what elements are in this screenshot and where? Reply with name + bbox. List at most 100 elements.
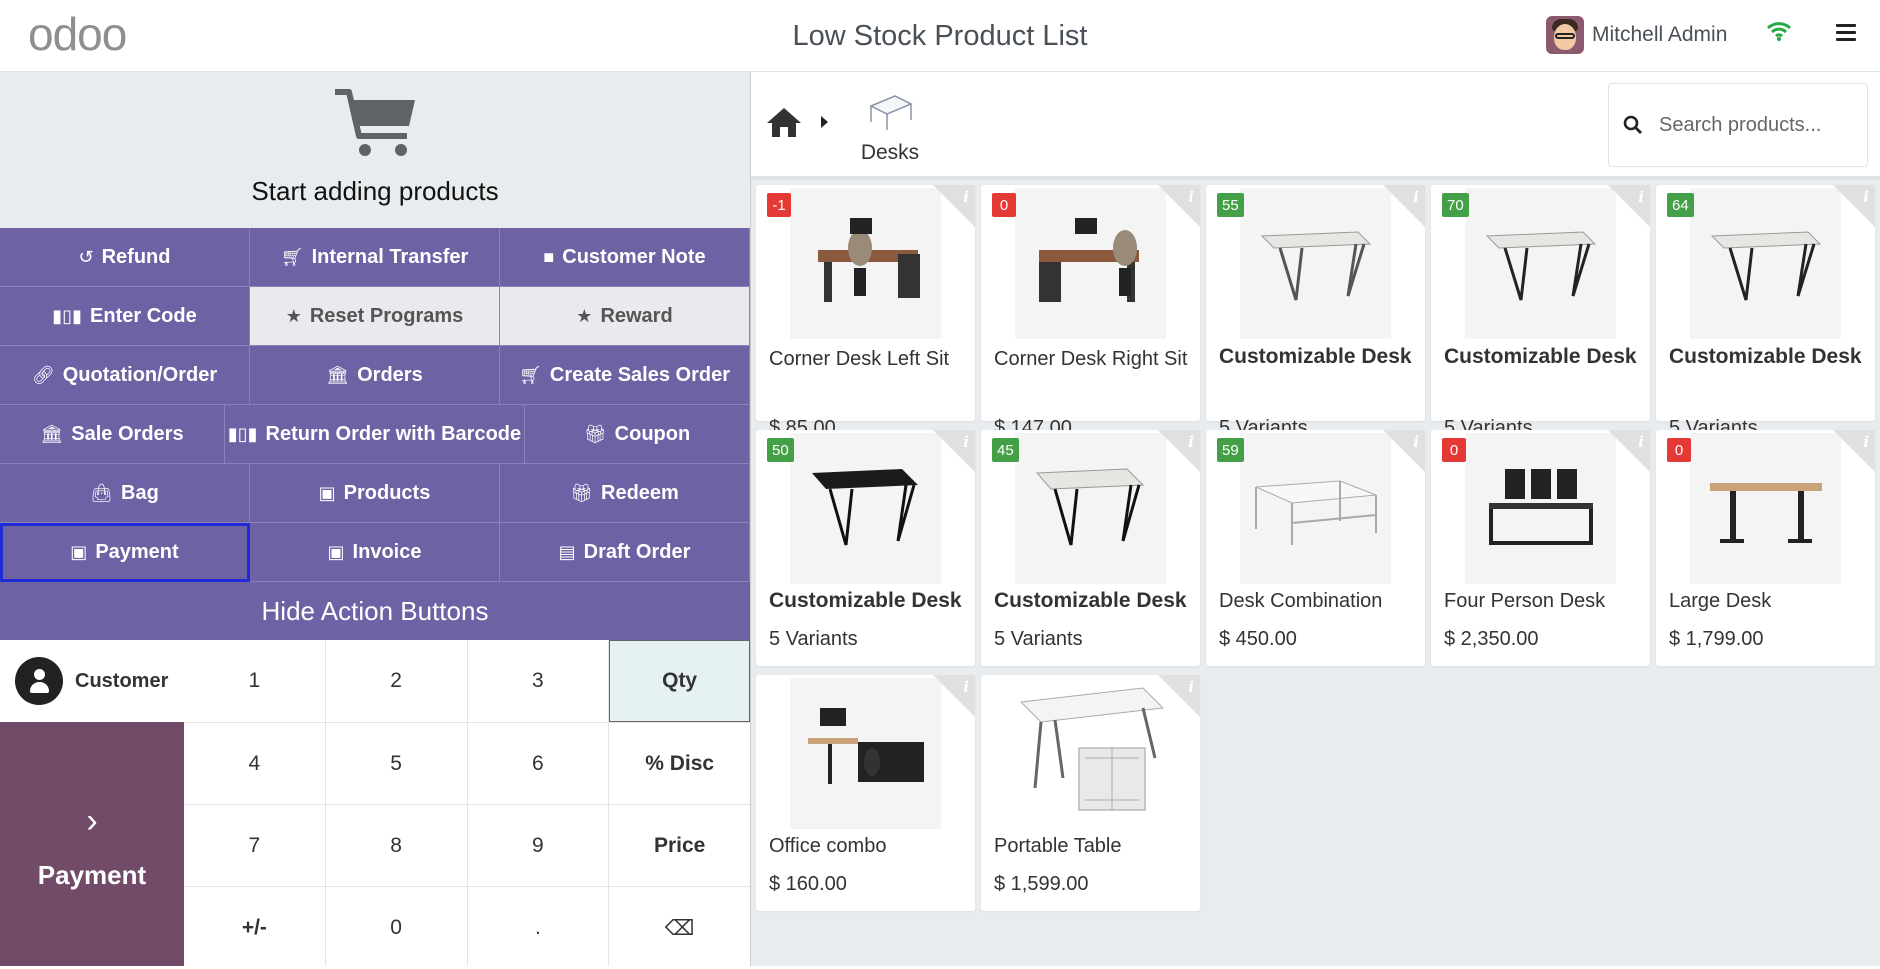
return-order-barcode-button[interactable]: ▮▯▮ Return Order with Barcode — [225, 405, 525, 464]
hide-action-buttons-button[interactable]: Hide Action Buttons — [0, 582, 750, 641]
empty-cart-text: Start adding products — [251, 176, 499, 206]
stock-badge: 70 — [1442, 193, 1469, 217]
star-icon: ★ — [576, 305, 593, 326]
numpad-key-3[interactable]: 3 — [467, 640, 609, 722]
bank-icon: 🏛︎ — [326, 364, 350, 385]
customer-note-label: Customer Note — [562, 245, 706, 268]
info-icon[interactable]: i — [1188, 433, 1194, 451]
product-name: Portable Table — [994, 835, 1122, 857]
info-icon[interactable]: i — [1188, 678, 1194, 696]
stock-badge: 50 — [767, 438, 794, 462]
product-name: Customizable Desk — [769, 589, 962, 612]
category-bar: Desks — [751, 72, 1880, 180]
product-variants: 5 Variants — [769, 628, 858, 650]
payment-action-button[interactable]: ▣ Payment — [0, 523, 250, 582]
hamburger-menu-icon[interactable] — [1836, 24, 1856, 45]
info-icon[interactable]: i — [1413, 188, 1419, 206]
product-image — [1465, 188, 1616, 339]
numpad-key-1[interactable]: 1 — [184, 640, 325, 722]
info-icon[interactable]: i — [963, 188, 969, 206]
invoice-label: Invoice — [352, 540, 422, 563]
create-sales-order-button[interactable]: 🛒︎ Create Sales Order — [500, 346, 750, 405]
numpad-key-7[interactable]: 7 — [184, 805, 325, 886]
info-icon[interactable]: i — [1638, 188, 1644, 206]
gift-icon: 🎁︎ — [583, 423, 607, 444]
category-desks[interactable]: Desks — [845, 92, 935, 165]
product-card[interactable]: 50 i Customizable Desk 5 Variants — [756, 430, 975, 666]
coupon-button[interactable]: 🎁︎ Coupon — [525, 405, 750, 464]
numpad-mode-discount[interactable]: % Disc — [609, 723, 750, 804]
product-card[interactable]: 45 i Customizable Desk 5 Variants — [981, 430, 1200, 666]
numpad-key-decimal[interactable]: . — [467, 887, 609, 969]
product-card[interactable]: 55 i Customizable Desk 5 Variants — [1206, 185, 1425, 439]
numpad-key-4[interactable]: 4 — [184, 723, 325, 804]
product-card[interactable]: 70 i Customizable Desk 5 Variants — [1431, 185, 1650, 439]
numpad-key-plus-minus[interactable]: +/- — [184, 887, 325, 969]
backspace-icon[interactable]: ⌫ — [609, 887, 750, 969]
product-card[interactable]: 64 i Customizable Desk 5 Variants — [1656, 185, 1875, 439]
product-image — [1015, 433, 1166, 584]
numpad-key-2[interactable]: 2 — [325, 640, 467, 722]
invoice-button[interactable]: ▣ Invoice — [250, 523, 500, 582]
info-icon[interactable]: i — [1863, 188, 1869, 206]
money-icon: ▣ — [327, 541, 345, 562]
quotation-order-button[interactable]: 🔗︎ Quotation/Order — [0, 346, 250, 405]
redeem-button[interactable]: 🎁︎ Redeem — [500, 464, 750, 523]
numpad-mode-price[interactable]: Price — [609, 805, 750, 886]
home-icon[interactable] — [765, 106, 803, 143]
payment-button[interactable]: › Payment — [0, 722, 184, 966]
products-button[interactable]: ▣ Products — [250, 464, 500, 523]
info-icon[interactable]: i — [1188, 188, 1194, 206]
product-name: Office combo — [769, 835, 887, 857]
draft-order-label: Draft Order — [583, 540, 691, 563]
reward-button[interactable]: ★ Reward — [500, 287, 750, 346]
search-box — [1608, 83, 1868, 167]
product-card[interactable]: 0 i Corner Desk Right Sit $ 147.00 — [981, 185, 1200, 439]
bag-button[interactable]: 👜︎ Bag — [0, 464, 250, 523]
product-card[interactable]: i Portable Table $ 1,599.00 — [981, 675, 1200, 911]
product-name: Corner Desk Right Sit — [994, 348, 1188, 370]
product-card[interactable]: 59 i Desk Combination $ 450.00 — [1206, 430, 1425, 666]
product-card[interactable]: -1 i Corner Desk Left Sit $ 85.00 — [756, 185, 975, 439]
search-input[interactable] — [1659, 113, 1849, 137]
customer-note-button[interactable]: ■ Customer Note — [500, 228, 750, 287]
sale-orders-label: Sale Orders — [71, 422, 184, 445]
enter-code-button[interactable]: ▮▯▮ Enter Code — [0, 287, 250, 346]
user-icon — [15, 657, 63, 705]
barcode-icon: ▮▯▮ — [227, 423, 258, 444]
info-icon[interactable]: i — [1638, 433, 1644, 451]
products-label: Products — [343, 481, 431, 504]
product-card[interactable]: i Office combo $ 160.00 — [756, 675, 975, 911]
info-icon[interactable]: i — [1413, 433, 1419, 451]
refund-label: Refund — [101, 245, 171, 268]
numpad-key-9[interactable]: 9 — [467, 805, 609, 886]
product-name: Large Desk — [1669, 590, 1772, 612]
product-card[interactable]: 0 i Four Person Desk $ 2,350.00 — [1431, 430, 1650, 666]
cart-small-icon: 🛒︎ — [519, 364, 542, 385]
product-card[interactable]: 0 i Large Desk $ 1,799.00 — [1656, 430, 1875, 666]
stock-badge: 0 — [1667, 438, 1691, 462]
user-name: Mitchell Admin — [1592, 23, 1728, 46]
orders-label: Orders — [357, 363, 423, 386]
reset-programs-button[interactable]: ★ Reset Programs — [250, 287, 500, 346]
numpad-key-6[interactable]: 6 — [467, 723, 609, 804]
numpad-mode-qty[interactable]: Qty — [609, 640, 750, 722]
refund-button[interactable]: ↺ Refund — [0, 228, 250, 287]
orders-button[interactable]: 🏛︎ Orders — [250, 346, 500, 405]
info-icon[interactable]: i — [963, 678, 969, 696]
draft-order-button[interactable]: ▤ Draft Order — [500, 523, 750, 582]
bank-icon: 🏛︎ — [40, 423, 64, 444]
reward-label: Reward — [600, 304, 673, 327]
internal-transfer-button[interactable]: 🛒︎ Internal Transfer — [250, 228, 500, 287]
info-icon[interactable]: i — [1863, 433, 1869, 451]
numpad-key-5[interactable]: 5 — [325, 723, 467, 804]
product-price: $ 1,599.00 — [994, 873, 1089, 895]
numpad-key-0[interactable]: 0 — [325, 887, 467, 969]
user-menu[interactable]: Mitchell Admin — [1546, 16, 1727, 54]
numpad-key-8[interactable]: 8 — [325, 805, 467, 886]
shopping-bag-icon: 👜︎ — [90, 482, 114, 503]
sale-orders-button[interactable]: 🏛︎ Sale Orders — [0, 405, 225, 464]
info-icon[interactable]: i — [963, 433, 969, 451]
customer-button[interactable]: Customer — [0, 640, 184, 722]
stock-badge: 0 — [992, 193, 1016, 217]
